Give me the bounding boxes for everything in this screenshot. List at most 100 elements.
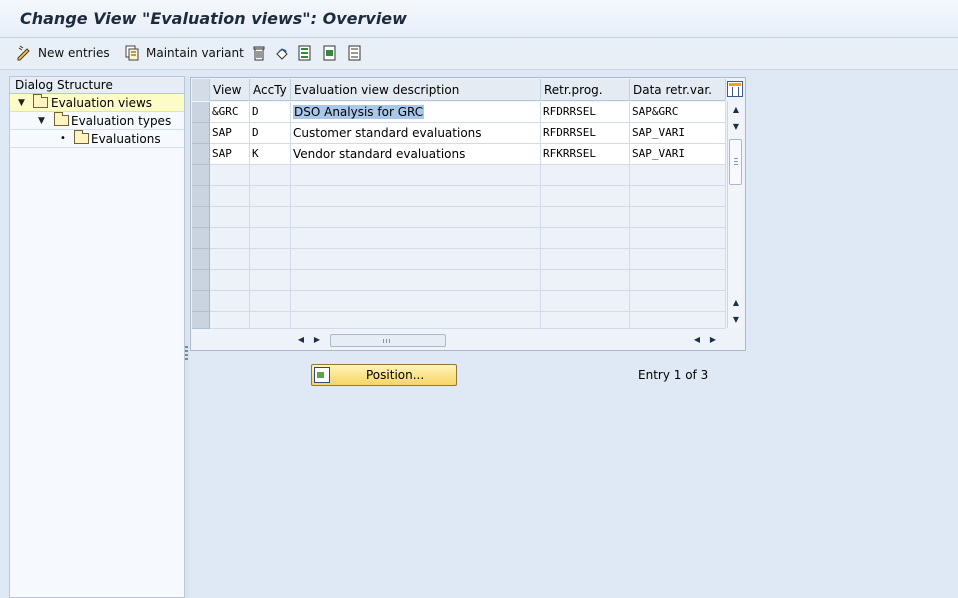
expand-arrow-icon[interactable]: ▼ (18, 94, 25, 112)
scroll-right-icon[interactable]: ▶ (706, 333, 720, 347)
vertical-scrollbar[interactable]: ▲ ▼ ▲ ▼ (727, 101, 743, 328)
empty-cell[interactable] (250, 312, 291, 329)
maintain-variant-button[interactable]: Maintain variant (124, 44, 244, 62)
scroll-up-icon[interactable]: ▲ (729, 103, 743, 117)
empty-table-row[interactable] (192, 186, 726, 207)
empty-cell[interactable] (291, 249, 541, 270)
table-row[interactable]: SAP K Vendor standard evaluations RFKRRS… (192, 144, 726, 165)
empty-table-row[interactable] (192, 270, 726, 291)
cell-description[interactable]: Vendor standard evaluations (291, 144, 541, 165)
empty-cell[interactable] (541, 312, 630, 329)
cell-description[interactable]: DSO Analysis for GRC (291, 102, 541, 123)
empty-cell[interactable] (630, 186, 726, 207)
empty-cell[interactable] (250, 249, 291, 270)
empty-cell[interactable] (541, 291, 630, 312)
empty-cell[interactable] (630, 270, 726, 291)
empty-cell[interactable] (541, 270, 630, 291)
empty-cell[interactable] (630, 249, 726, 270)
select-block-icon[interactable] (322, 45, 338, 61)
col-header-accty[interactable]: AccTy (250, 79, 291, 101)
empty-cell[interactable] (291, 207, 541, 228)
empty-cell[interactable] (210, 249, 250, 270)
row-selector[interactable] (192, 165, 210, 186)
cell-view[interactable]: SAP (210, 144, 250, 165)
row-selector[interactable] (192, 102, 210, 123)
cell-retr-prog[interactable]: RFDRRSEL (541, 123, 630, 144)
empty-cell[interactable] (541, 186, 630, 207)
row-selector[interactable] (192, 249, 210, 270)
empty-cell[interactable] (630, 228, 726, 249)
cell-data-retr-var[interactable]: SAP_VARI (630, 123, 726, 144)
empty-cell[interactable] (291, 312, 541, 329)
scroll-up-icon[interactable]: ▲ (729, 296, 743, 310)
row-selector[interactable] (192, 186, 210, 207)
empty-cell[interactable] (291, 270, 541, 291)
select-all-rows-corner[interactable] (192, 79, 210, 101)
row-selector[interactable] (192, 207, 210, 228)
scroll-down-icon[interactable]: ▼ (729, 120, 743, 134)
delete-icon[interactable] (251, 45, 267, 61)
empty-table-row[interactable] (192, 228, 726, 249)
deselect-all-icon[interactable] (347, 45, 363, 61)
empty-cell[interactable] (250, 165, 291, 186)
tree-item-evaluation-views[interactable]: ▼ Evaluation views (10, 94, 184, 112)
cell-data-retr-var[interactable]: SAP&GRC (630, 102, 726, 123)
select-all-icon[interactable] (297, 45, 313, 61)
cell-description[interactable]: Customer standard evaluations (291, 123, 541, 144)
empty-cell[interactable] (210, 291, 250, 312)
empty-cell[interactable] (630, 291, 726, 312)
undo-icon[interactable] (274, 45, 290, 61)
splitter-grip-icon[interactable] (185, 346, 188, 362)
scroll-left-icon[interactable]: ◀ (690, 333, 704, 347)
column-settings-icon[interactable] (727, 81, 743, 97)
panel-splitter[interactable] (185, 76, 189, 598)
tree-item-evaluations[interactable]: • Evaluations (10, 130, 184, 148)
row-selector[interactable] (192, 312, 210, 329)
col-header-retr-prog[interactable]: Retr.prog. (541, 79, 630, 101)
horizontal-scroll-thumb[interactable] (330, 334, 446, 347)
cell-view[interactable]: &GRC (210, 102, 250, 123)
empty-cell[interactable] (630, 165, 726, 186)
empty-table-row[interactable] (192, 312, 726, 329)
empty-cell[interactable] (210, 165, 250, 186)
row-selector[interactable] (192, 228, 210, 249)
empty-cell[interactable] (541, 249, 630, 270)
empty-cell[interactable] (250, 186, 291, 207)
row-selector[interactable] (192, 291, 210, 312)
empty-cell[interactable] (250, 270, 291, 291)
empty-cell[interactable] (291, 291, 541, 312)
scroll-left-icon[interactable]: ◀ (294, 333, 308, 347)
horizontal-scrollbar[interactable]: ◀ ▶ ◀ ▶ (292, 332, 726, 348)
tree-item-evaluation-types[interactable]: ▼ Evaluation types (10, 112, 184, 130)
empty-cell[interactable] (210, 228, 250, 249)
empty-cell[interactable] (291, 165, 541, 186)
table-row[interactable]: SAP D Customer standard evaluations RFDR… (192, 123, 726, 144)
row-selector[interactable] (192, 270, 210, 291)
empty-cell[interactable] (250, 207, 291, 228)
empty-cell[interactable] (630, 312, 726, 329)
empty-cell[interactable] (630, 207, 726, 228)
expand-arrow-icon[interactable]: ▼ (38, 112, 45, 130)
empty-cell[interactable] (541, 207, 630, 228)
empty-cell[interactable] (291, 186, 541, 207)
empty-cell[interactable] (210, 270, 250, 291)
cell-view[interactable]: SAP (210, 123, 250, 144)
empty-cell[interactable] (250, 291, 291, 312)
cell-accty[interactable]: D (250, 102, 291, 123)
position-button[interactable]: Position... (311, 364, 457, 386)
col-header-description[interactable]: Evaluation view description (291, 79, 541, 101)
cell-retr-prog[interactable]: RFKRRSEL (541, 144, 630, 165)
empty-table-row[interactable] (192, 291, 726, 312)
table-row[interactable]: &GRC D DSO Analysis for GRC RFDRRSEL SAP… (192, 102, 726, 123)
scroll-right-icon[interactable]: ▶ (310, 333, 324, 347)
empty-table-row[interactable] (192, 207, 726, 228)
row-selector[interactable] (192, 123, 210, 144)
cell-data-retr-var[interactable]: SAP_VARI (630, 144, 726, 165)
empty-cell[interactable] (541, 165, 630, 186)
row-selector[interactable] (192, 144, 210, 165)
cell-accty[interactable]: K (250, 144, 291, 165)
col-header-data-retr-var[interactable]: Data retr.var. (630, 79, 726, 101)
empty-cell[interactable] (210, 207, 250, 228)
empty-cell[interactable] (541, 228, 630, 249)
empty-cell[interactable] (210, 312, 250, 329)
